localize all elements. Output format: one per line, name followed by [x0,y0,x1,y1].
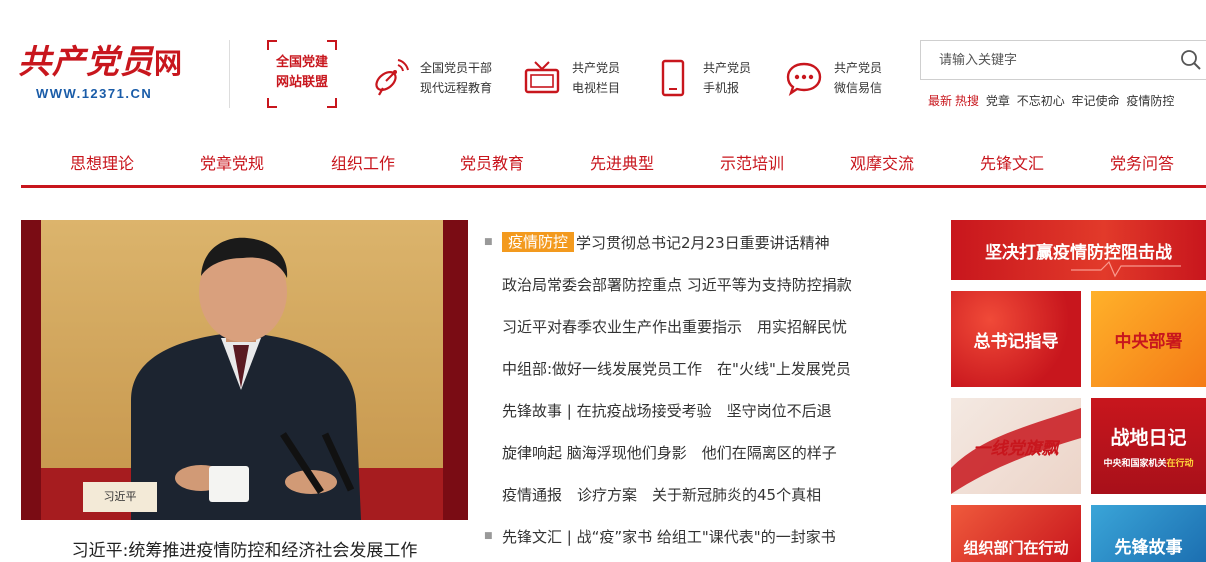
list-item[interactable]: 中组部:做好一线发展党员工作 在"火线"上发展党员 [484,356,851,380]
news-title: 先锋故事 | 在抗疫战场接受考验 坚守岗位不后退 [502,401,832,420]
main-nav: 思想理论 党章党规 组织工作 党员教育 先进典型 示范培训 观摩交流 先锋文汇 … [21,140,1206,188]
service-line2: 现代远程教育 [420,81,493,95]
logo-calligraphy: 共产党员 [18,42,154,81]
nav-item-vanguard[interactable]: 先锋文汇 [980,150,1044,174]
site-logo[interactable]: 共产党员网 WWW.12371.CN [18,44,208,104]
hero-nameplate: 习近平 [103,490,137,503]
news-title: 先锋文汇 | 战“疫”家书 给组工"课代表"的一封家书 [502,527,836,546]
banner-epidemic-battle[interactable]: 坚决打赢疫情防控阻击战 [951,220,1206,280]
search-button[interactable] [1173,42,1206,78]
service-line1: 全国党员干部 [420,61,493,75]
service-tv[interactable]: 共产党员 电视栏目 [522,56,620,100]
service-remote-education[interactable]: 全国党员干部 现代远程教育 [370,56,492,100]
hot-keywords: 最新 热搜 党章 不忘初心 牢记使命 疫情防控 [928,92,1177,109]
list-item[interactable]: 政治局常委会部署防控重点 习近平等为支持防控捐款 [484,272,852,296]
service-line1: 共产党员 [703,61,752,75]
list-item[interactable]: 习近平对春季农业生产作出重要指示 用实招解民忧 [484,314,847,338]
banner-b4-title: 战地日记 [1110,427,1187,449]
banner-organization-action[interactable]: 组织部门在行动 [951,505,1081,562]
chat-bubble-icon [784,58,824,98]
service-mobile-news[interactable]: 共产党员 手机报 [653,56,751,100]
news-title: 疫情通报 诊疗方案 关于新冠肺炎的45个真相 [502,485,822,504]
banner-vanguard-story[interactable]: 先锋故事 [1091,505,1206,562]
nav-item-theory[interactable]: 思想理论 [70,150,134,174]
tv-icon [522,58,562,98]
news-title: 旋律响起 脑海浮现他们身影 他们在隔离区的样子 [502,443,837,462]
search-icon [1181,50,1201,70]
list-item[interactable]: 先锋故事 | 在抗疫战场接受考验 坚守岗位不后退 [484,398,832,422]
service-line2: 微信易信 [834,81,883,95]
bullet-icon: ■ [484,531,493,541]
hot-word[interactable]: 党章 [986,94,1010,108]
search-box [920,40,1206,80]
header-divider [229,40,230,108]
mobile-phone-icon [653,58,693,98]
service-line2: 手机报 [703,81,740,95]
nav-item-party-rules[interactable]: 党章党规 [200,150,264,174]
nav-item-qa[interactable]: 党务问答 [1110,150,1174,174]
banner-b1-title: 总书记指导 [973,331,1059,352]
alliance-line2: 网站联盟 [275,75,328,90]
service-line1: 共产党员 [834,61,883,75]
hero-image[interactable]: 习近平 [21,220,468,520]
list-item[interactable]: ■ 疫情防控 学习贯彻总书记2月23日重要讲话精神 [484,230,830,254]
banner-b2-title: 中央部署 [1114,331,1183,352]
topic-tag[interactable]: 疫情防控 [502,232,575,252]
banner-top-title: 坚决打赢疫情防控阻击战 [985,242,1172,263]
alliance-line1: 全国党建 [275,55,328,70]
bullet-icon: ■ [484,237,493,247]
logo-url: WWW.12371.CN [36,86,153,101]
hot-label-latest[interactable]: 最新 [928,94,952,108]
list-item[interactable]: ■ 先锋文汇 | 战“疫”家书 给组工"课代表"的一封家书 [484,524,836,548]
news-title: 习近平对春季农业生产作出重要指示 用实招解民忧 [502,317,848,336]
hot-word[interactable]: 不忘初心 [1017,94,1065,108]
hot-label-trending[interactable]: 热搜 [955,94,979,108]
banner-b6-title: 先锋故事 [1114,538,1183,558]
banner-battlefield-diary[interactable]: 战地日记 中央和国家机关在行动 [1091,398,1206,494]
banner-b5-title: 组织部门在行动 [963,539,1069,557]
alliance-link[interactable]: 全国党建 网站联盟 [267,40,337,108]
banner-b4-sub2: 在行动 [1166,459,1194,469]
service-line2: 电视栏目 [572,81,621,95]
banner-frontline-flag[interactable]: 一线党旗飘 [951,398,1081,494]
logo-wang: 网 [154,47,184,80]
news-title: 中组部:做好一线发展党员工作 在"火线"上发展党员 [502,359,851,378]
nav-item-training[interactable]: 示范培训 [720,150,784,174]
list-item[interactable]: 疫情通报 诊疗方案 关于新冠肺炎的45个真相 [484,482,821,506]
service-line1: 共产党员 [572,61,621,75]
search-input[interactable] [921,42,1173,78]
news-title: 学习贯彻总书记2月23日重要讲话精神 [576,233,830,252]
nav-item-models[interactable]: 先进典型 [590,150,654,174]
satellite-dish-icon [370,58,410,98]
nav-item-organization[interactable]: 组织工作 [331,150,395,174]
news-title: 政治局常委会部署防控重点 习近平等为支持防控捐款 [502,275,852,294]
hot-word[interactable]: 疫情防控 [1126,94,1174,108]
nav-item-exchange[interactable]: 观摩交流 [850,150,914,174]
nav-item-education[interactable]: 党员教育 [460,150,524,174]
banner-secretary-guidance[interactable]: 总书记指导 [951,291,1081,387]
banner-b4-sub: 中央和国家机关 [1103,459,1167,469]
hot-word[interactable]: 牢记使命 [1072,94,1120,108]
service-wechat[interactable]: 共产党员 微信易信 [784,56,882,100]
hero-caption[interactable]: 习近平:统筹推进疫情防控和经济社会发展工作 [21,536,468,561]
list-item[interactable]: 旋律响起 脑海浮现他们身影 他们在隔离区的样子 [484,440,837,464]
banner-central-deployment[interactable]: 中央部署 [1091,291,1206,387]
banner-b3-title: 一线党旗飘 [973,438,1059,459]
